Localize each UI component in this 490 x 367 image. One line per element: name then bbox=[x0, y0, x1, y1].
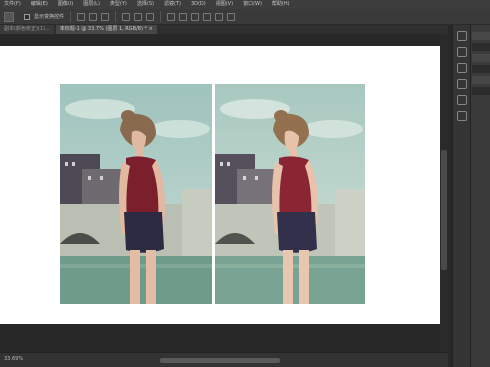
distribute-right-icon[interactable] bbox=[227, 12, 236, 21]
options-separator bbox=[115, 11, 117, 22]
menu-view[interactable]: 视图(V) bbox=[216, 0, 233, 9]
photo-original[interactable] bbox=[60, 84, 212, 304]
vertical-scroll-thumb[interactable] bbox=[441, 150, 447, 270]
align-center-icon[interactable] bbox=[134, 12, 143, 21]
distribute-left-icon[interactable] bbox=[203, 12, 212, 21]
paragraph-icon[interactable] bbox=[456, 111, 467, 121]
tab-document-2[interactable]: 未标题-1 @ 33.7% (图层 1, RGB/8) * × bbox=[55, 25, 157, 34]
menu-filter[interactable]: 滤镜(T) bbox=[164, 0, 181, 9]
photo-edited-image bbox=[215, 84, 365, 304]
menu-image[interactable]: 图像(I) bbox=[58, 0, 73, 9]
history-icon[interactable] bbox=[456, 47, 467, 57]
menu-window[interactable]: 窗口(W) bbox=[243, 0, 262, 9]
options-separator bbox=[160, 11, 162, 22]
workspace bbox=[0, 34, 448, 352]
options-bar: 显示变换控件 bbox=[0, 9, 490, 25]
align-middle-icon[interactable] bbox=[89, 12, 98, 21]
menu-bar: 文件(F) 编辑(E) 图像(I) 图层(L) 类型(Y) 选择(S) 滤镜(T… bbox=[0, 0, 490, 9]
distribute-bottom-icon[interactable] bbox=[191, 12, 200, 21]
menu-help[interactable]: 帮助(H) bbox=[272, 0, 290, 9]
options-separator bbox=[70, 11, 72, 22]
photo-edited[interactable] bbox=[215, 84, 365, 304]
show-transform-checkbox[interactable] bbox=[24, 13, 30, 20]
align-left-icon[interactable] bbox=[122, 12, 131, 21]
panel-row[interactable] bbox=[472, 76, 490, 84]
panel-row[interactable] bbox=[472, 32, 490, 40]
show-transform-label: 显示变换控件 bbox=[34, 14, 65, 20]
panels-column bbox=[470, 25, 490, 367]
align-right-icon[interactable] bbox=[146, 12, 155, 21]
properties-icon[interactable] bbox=[456, 63, 467, 73]
character-icon[interactable] bbox=[456, 95, 467, 105]
distribute-top-icon[interactable] bbox=[167, 12, 176, 21]
align-top-icon[interactable] bbox=[77, 12, 86, 21]
move-tool-icon[interactable] bbox=[4, 11, 14, 22]
menu-select[interactable]: 选择(S) bbox=[137, 0, 154, 9]
status-bar: 33.69% bbox=[0, 352, 448, 367]
menu-file[interactable]: 文件(F) bbox=[4, 0, 21, 9]
align-bottom-icon[interactable] bbox=[101, 12, 110, 21]
brush-icon[interactable] bbox=[456, 79, 467, 89]
panel-row[interactable] bbox=[472, 54, 490, 62]
panel-row[interactable] bbox=[472, 87, 490, 95]
menu-type[interactable]: 类型(Y) bbox=[110, 0, 127, 9]
dock-expand-icon[interactable] bbox=[456, 31, 467, 41]
panel-row[interactable] bbox=[472, 43, 490, 51]
distribute-center-icon[interactable] bbox=[215, 12, 224, 21]
distribute-middle-icon[interactable] bbox=[179, 12, 188, 21]
photo-original-image bbox=[60, 84, 212, 304]
menu-layer[interactable]: 图层(L) bbox=[83, 0, 100, 9]
photoshop-window: 文件(F) 编辑(E) 图像(I) 图层(L) 类型(Y) 选择(S) 滤镜(T… bbox=[0, 0, 490, 367]
panel-row[interactable] bbox=[472, 65, 490, 73]
tab-document-1[interactable]: 副本(颜色校正)(1)... bbox=[0, 25, 54, 34]
menu-edit[interactable]: 编辑(E) bbox=[31, 0, 48, 9]
zoom-readout[interactable]: 33.69% bbox=[4, 356, 23, 362]
horizontal-scroll-thumb[interactable] bbox=[160, 358, 280, 363]
panel-dock-icons bbox=[452, 25, 470, 367]
document-canvas[interactable] bbox=[0, 46, 448, 324]
document-tab-bar: 副本(颜色校正)(1)... 未标题-1 @ 33.7% (图层 1, RGB/… bbox=[0, 25, 448, 34]
menu-3d[interactable]: 3D(D) bbox=[191, 0, 206, 9]
